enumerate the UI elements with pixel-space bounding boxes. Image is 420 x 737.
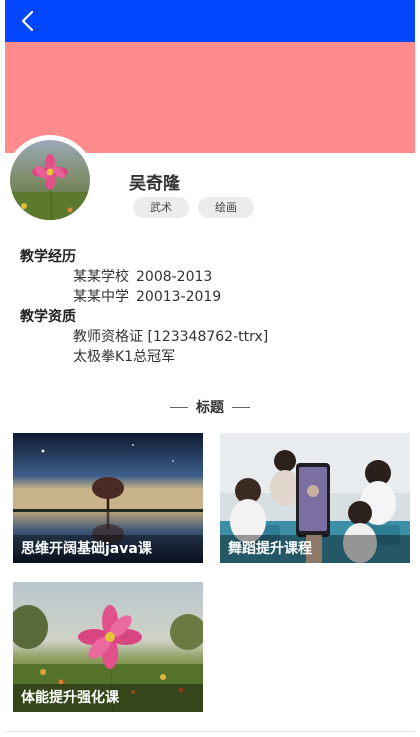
course-title: 体能提升强化课: [13, 684, 203, 712]
course-title: 思维开阔基础java课: [13, 535, 203, 563]
tag-martial-arts[interactable]: 武术: [133, 197, 189, 218]
course-card[interactable]: 体能提升强化课: [13, 582, 203, 712]
avatar: [5, 135, 95, 225]
qualifications-heading: 教学资质: [20, 309, 76, 325]
qualification-item: 太极拳K1总冠军: [73, 349, 176, 365]
profile-banner: [5, 42, 415, 153]
chevron-left-icon[interactable]: [17, 9, 39, 33]
section-divider: 标题: [0, 397, 420, 417]
qualification-item: 教师资格证 [123348762-ttrx]: [73, 329, 269, 345]
experience-row: 某某中学 20013-2019: [73, 286, 221, 306]
divider-line: [232, 406, 250, 408]
tag-painting[interactable]: 绘画: [198, 197, 254, 218]
divider-line: [170, 406, 188, 408]
bottom-divider: [5, 731, 415, 732]
experience-heading: 教学经历: [20, 249, 76, 265]
profile-page: 吴奇隆 武术 绘画 教学经历 某某学校 2008-2013 某某中学 20013-2…: [0, 0, 420, 737]
experience-years: 2008-2013: [136, 269, 213, 285]
course-card[interactable]: 思维开阔基础java课: [13, 433, 203, 563]
teacher-name: 吴奇隆: [129, 174, 180, 194]
avatar-image: [10, 140, 90, 220]
experience-years: 20013-2019: [136, 289, 222, 305]
experience-school: 某某中学: [73, 289, 129, 305]
course-title: 舞蹈提升课程: [220, 535, 410, 563]
experience-row: 某某学校 2008-2013: [73, 266, 212, 286]
course-card[interactable]: 舞蹈提升课程: [220, 433, 410, 563]
top-nav-bar: [5, 0, 415, 42]
experience-school: 某某学校: [73, 269, 129, 285]
tag-list: 武术 绘画: [133, 197, 254, 218]
section-title: 标题: [196, 400, 224, 416]
